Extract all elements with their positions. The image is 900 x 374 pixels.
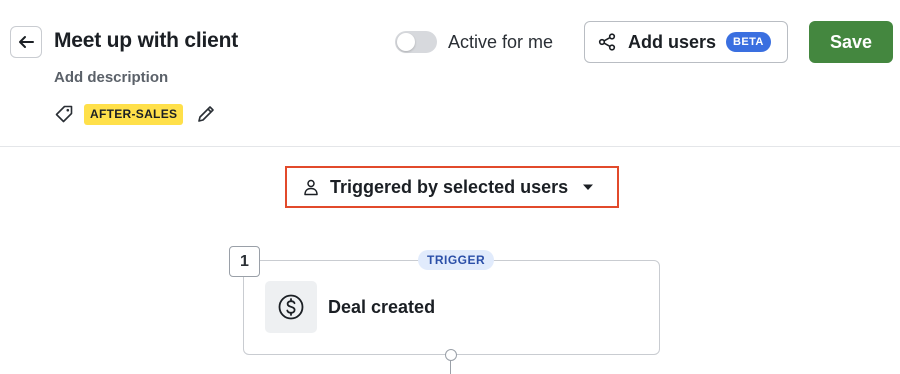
header-divider [0, 146, 900, 147]
toggle-knob [397, 33, 415, 51]
connector-line [450, 360, 451, 374]
arrow-left-icon [19, 36, 34, 48]
dollar-circle-icon [278, 294, 304, 320]
tag-icon [55, 105, 73, 123]
active-for-me-toggle[interactable] [395, 31, 437, 53]
share-icon [598, 33, 616, 51]
save-button[interactable]: Save [809, 21, 893, 63]
add-users-button[interactable]: Add users BETA [584, 21, 788, 63]
workflow-editor: Meet up with client Add description AFTE… [0, 0, 900, 374]
tag-badge[interactable]: AFTER-SALES [84, 104, 184, 125]
toggle-label: Active for me [448, 32, 554, 52]
add-description-link[interactable]: Add description [54, 69, 168, 86]
caret-down-icon [583, 184, 594, 190]
step-label: Deal created [328, 297, 436, 317]
pencil-icon[interactable] [196, 104, 216, 124]
connector-dot[interactable] [445, 349, 457, 361]
add-users-label: Add users [628, 31, 717, 52]
back-button[interactable] [10, 26, 42, 58]
beta-badge: BETA [726, 32, 771, 52]
trigger-badge: TRIGGER [418, 250, 495, 270]
user-icon [304, 179, 318, 196]
page-title[interactable]: Meet up with client [54, 29, 238, 53]
step-number: 1 [229, 246, 260, 277]
deal-icon-box [265, 281, 317, 333]
trigger-type-dropdown[interactable]: Triggered by selected users [285, 166, 619, 208]
trigger-type-label: Triggered by selected users [330, 176, 569, 197]
